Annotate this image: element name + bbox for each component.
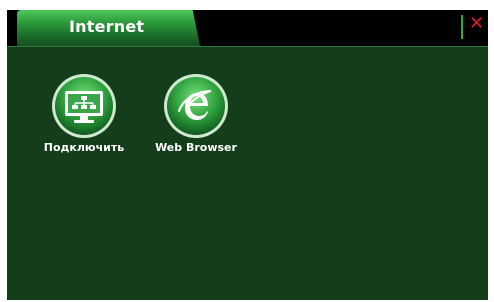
close-separator: [461, 15, 463, 39]
close-button[interactable]: ✕: [469, 14, 485, 34]
app-connect[interactable]: Подключить: [34, 73, 134, 154]
tab-title: Internet: [69, 17, 145, 36]
close-icon: ✕: [469, 13, 485, 34]
title-bar: Internet ✕: [7, 10, 488, 46]
tab-internet[interactable]: Internet: [17, 10, 200, 46]
app-label-connect: Подключить: [43, 141, 125, 154]
web-browser-icon: [164, 74, 228, 138]
app-label-web-browser: Web Browser: [155, 141, 237, 154]
network-connect-icon: [52, 74, 116, 138]
app-web-browser[interactable]: Web Browser: [146, 73, 246, 154]
app-grid: Подключить Web Browser: [7, 46, 488, 300]
internet-window: Internet ✕ Подключить Web Browser: [7, 10, 488, 300]
